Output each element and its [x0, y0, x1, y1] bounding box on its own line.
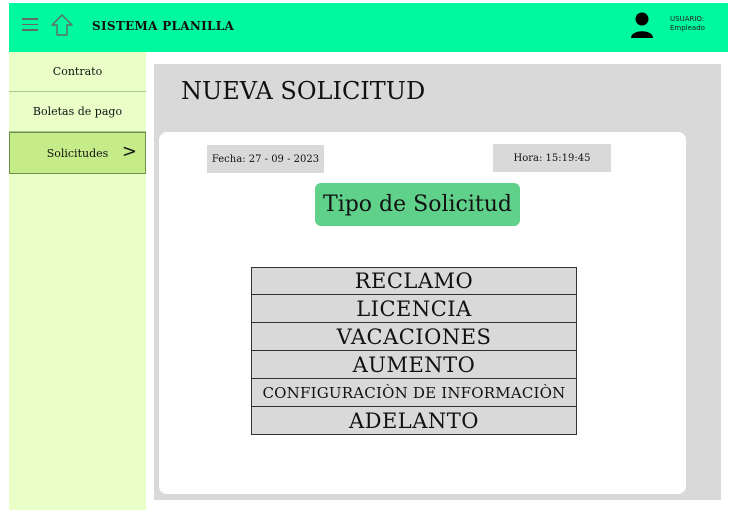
sidebar-item-label: Solicitudes [46, 146, 109, 160]
user-role: Empleado [670, 24, 705, 32]
user-label: USUARIO: Empleado [670, 15, 705, 33]
user-icon[interactable] [629, 11, 655, 39]
option-reclamo[interactable]: RECLAMO [251, 267, 577, 295]
request-type-options: RECLAMO LICENCIA VACACIONES AUMENTO CONF… [251, 267, 577, 435]
app-title: SISTEMA PLANILLA [92, 19, 235, 33]
sidebar-item-contrato[interactable]: Contrato [9, 52, 146, 92]
sidebar-item-boletas-de-pago[interactable]: Boletas de pago [9, 92, 146, 132]
main-panel: NUEVA SOLICITUD Fecha: 27 - 09 - 2023 Ho… [154, 64, 721, 500]
sidebar-item-label: Contrato [52, 65, 103, 78]
option-licencia[interactable]: LICENCIA [251, 295, 577, 323]
option-aumento[interactable]: AUMENTO [251, 351, 577, 379]
top-header: SISTEMA PLANILLA USUARIO: Empleado [9, 3, 728, 52]
request-form-card: Fecha: 27 - 09 - 2023 Hora: 15:19:45 Tip… [159, 132, 686, 494]
request-type-heading: Tipo de Solicitud [315, 183, 520, 226]
option-configuracion-de-informacion[interactable]: CONFIGURACIÒN DE INFORMACIÒN [251, 379, 577, 407]
home-icon[interactable] [51, 13, 73, 37]
sidebar: Contrato Boletas de pago Solicitudes > [9, 52, 146, 510]
chevron-right-icon: > [121, 141, 137, 162]
option-adelanto[interactable]: ADELANTO [251, 407, 577, 435]
sidebar-item-solicitudes[interactable]: Solicitudes > [9, 132, 146, 174]
time-field: Hora: 15:19:45 [493, 144, 611, 172]
user-label-title: USUARIO: [670, 15, 705, 23]
date-field: Fecha: 27 - 09 - 2023 [207, 145, 324, 173]
option-vacaciones[interactable]: VACACIONES [251, 323, 577, 351]
page-title: NUEVA SOLICITUD [181, 77, 426, 105]
sidebar-item-label: Boletas de pago [32, 105, 123, 118]
hamburger-menu-icon[interactable] [22, 18, 38, 32]
